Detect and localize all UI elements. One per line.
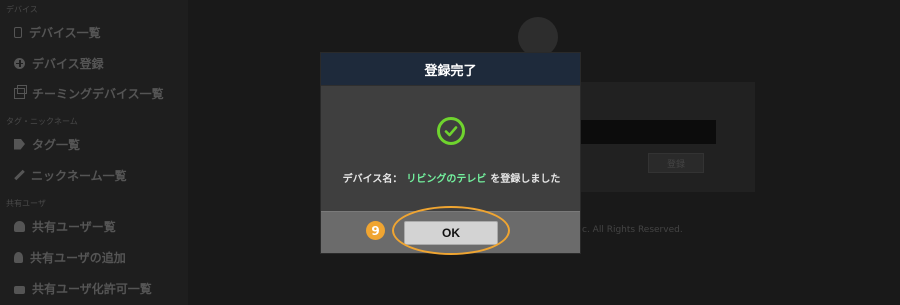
dialog-header: 登録完了 — [321, 53, 580, 85]
sidebar-item-label: 共有ユーザの追加 — [30, 250, 126, 265]
dialog-message: デバイス名： リビングのテレビ を登録しました — [321, 170, 582, 185]
step-number-badge: 9 — [366, 221, 385, 240]
sidebar: デバイス デバイス一覧 デバイス登録 チーミングデバイス一覧 タグ・ニックネーム… — [0, 0, 188, 305]
lock-icon — [14, 285, 25, 294]
plus-circle-icon — [14, 57, 25, 69]
sidebar-item-label: 共有ユーザー覧 — [32, 219, 116, 234]
sidebar-item-device-list[interactable]: デバイス一覧 — [14, 22, 101, 42]
sidebar-item-nickname-list[interactable]: ニックネーム一覧 — [14, 165, 127, 185]
sidebar-item-add-shared-user[interactable]: 共有ユーザの追加 — [14, 247, 126, 267]
sidebar-item-label: デバイス一覧 — [29, 25, 101, 40]
sidebar-item-label: デバイス登録 — [32, 56, 104, 71]
sidebar-section-tags: タグ・ニックネーム — [6, 117, 78, 126]
sidebar-section-device: デバイス — [6, 5, 38, 14]
sidebar-item-shared-user-list[interactable]: 共有ユーザー覧 — [14, 216, 116, 236]
sidebar-item-label: ニックネーム一覧 — [31, 168, 127, 183]
user-icon — [14, 220, 25, 232]
sidebar-item-shared-user-permissions[interactable]: 共有ユーザ化許可一覧 — [14, 278, 152, 298]
user-plus-icon — [14, 251, 23, 263]
message-prefix: デバイス名： — [342, 174, 403, 185]
check-circle-icon — [437, 117, 465, 145]
sidebar-item-device-register[interactable]: デバイス登録 — [14, 53, 104, 73]
dialog-body: デバイス名： リビングのテレビ を登録しました — [321, 85, 580, 211]
background-register-button: 登録 — [648, 153, 704, 173]
phone-icon — [14, 26, 22, 38]
copy-icon — [14, 84, 27, 99]
sidebar-item-tag-list[interactable]: タグ一覧 — [14, 134, 80, 154]
background-input — [580, 120, 716, 144]
sidebar-item-label: タグ一覧 — [32, 137, 81, 152]
tag-icon — [14, 138, 25, 150]
dialog-title: 登録完了 — [424, 63, 477, 79]
background-copyright: c. All Rights Reserved. — [582, 225, 683, 235]
sidebar-item-label: 共有ユーザ化許可一覧 — [32, 281, 152, 296]
pencil-icon — [14, 169, 25, 181]
sidebar-item-label: チーミングデバイス一覧 — [32, 86, 164, 101]
sidebar-section-shared-users: 共有ユーザ — [6, 199, 46, 208]
sidebar-item-teaming-devices[interactable]: チーミングデバイス一覧 — [14, 83, 164, 103]
background-chevron-circle-icon — [518, 17, 558, 57]
message-suffix: を登録しました — [490, 174, 561, 185]
device-name: リビングのテレビ — [406, 174, 487, 185]
highlight-ring — [392, 206, 510, 255]
